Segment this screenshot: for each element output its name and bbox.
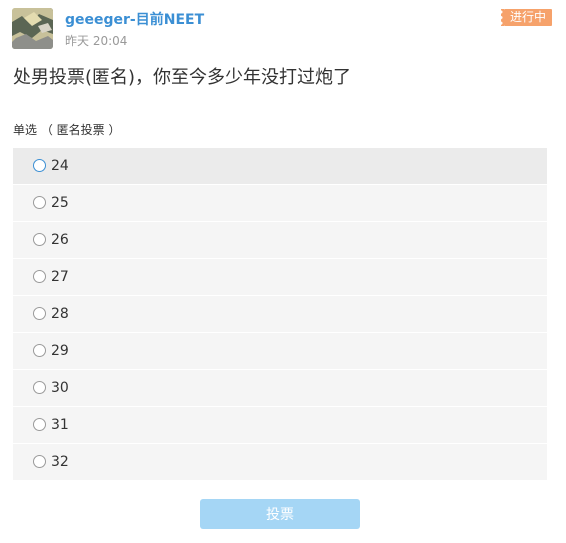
poll-option[interactable]: 31 xyxy=(13,407,547,443)
avatar-image xyxy=(12,8,53,49)
radio-button[interactable] xyxy=(33,233,46,246)
radio-button[interactable] xyxy=(33,270,46,283)
poll-option[interactable]: 30 xyxy=(13,370,547,406)
poll-option-label: 31 xyxy=(51,417,69,433)
poll-option-label: 25 xyxy=(51,195,69,211)
poll-option-label: 29 xyxy=(51,343,69,359)
poll-option[interactable]: 24 xyxy=(13,148,547,184)
post-timestamp: 昨天 20:04 xyxy=(65,34,128,48)
status-badge: 进行中 xyxy=(500,9,552,26)
avatar[interactable] xyxy=(12,8,53,49)
poll-option[interactable]: 25 xyxy=(13,185,547,221)
radio-button[interactable] xyxy=(33,344,46,357)
poll-option[interactable]: 29 xyxy=(13,333,547,369)
poll-option-label: 24 xyxy=(51,158,69,174)
poll-option-label: 30 xyxy=(51,380,69,396)
radio-button[interactable] xyxy=(33,455,46,468)
radio-button[interactable] xyxy=(33,418,46,431)
poll-option-label: 32 xyxy=(51,454,69,470)
username-link[interactable]: geeeger-目前NEET xyxy=(65,11,204,29)
post-header: geeeger-目前NEET 昨天 20:04 进行中 xyxy=(12,8,552,50)
poll-option-label: 26 xyxy=(51,232,69,248)
poll-option-label: 28 xyxy=(51,306,69,322)
poll-question: 处男投票(匿名)，你至今多少年没打过炮了 xyxy=(13,67,352,88)
radio-button[interactable] xyxy=(33,196,46,209)
radio-button[interactable] xyxy=(33,307,46,320)
poll-option[interactable]: 26 xyxy=(13,222,547,258)
vote-button[interactable]: 投票 xyxy=(200,499,360,529)
radio-button[interactable] xyxy=(33,159,46,172)
poll-options-list: 24 25 26 27 28 29 30 31 32 xyxy=(13,148,547,481)
poll-option[interactable]: 27 xyxy=(13,259,547,295)
poll-vote-type: 单选 （ 匿名投票 ） xyxy=(13,123,121,137)
poll-option[interactable]: 28 xyxy=(13,296,547,332)
poll-option-label: 27 xyxy=(51,269,69,285)
radio-button[interactable] xyxy=(33,381,46,394)
poll-option[interactable]: 32 xyxy=(13,444,547,480)
